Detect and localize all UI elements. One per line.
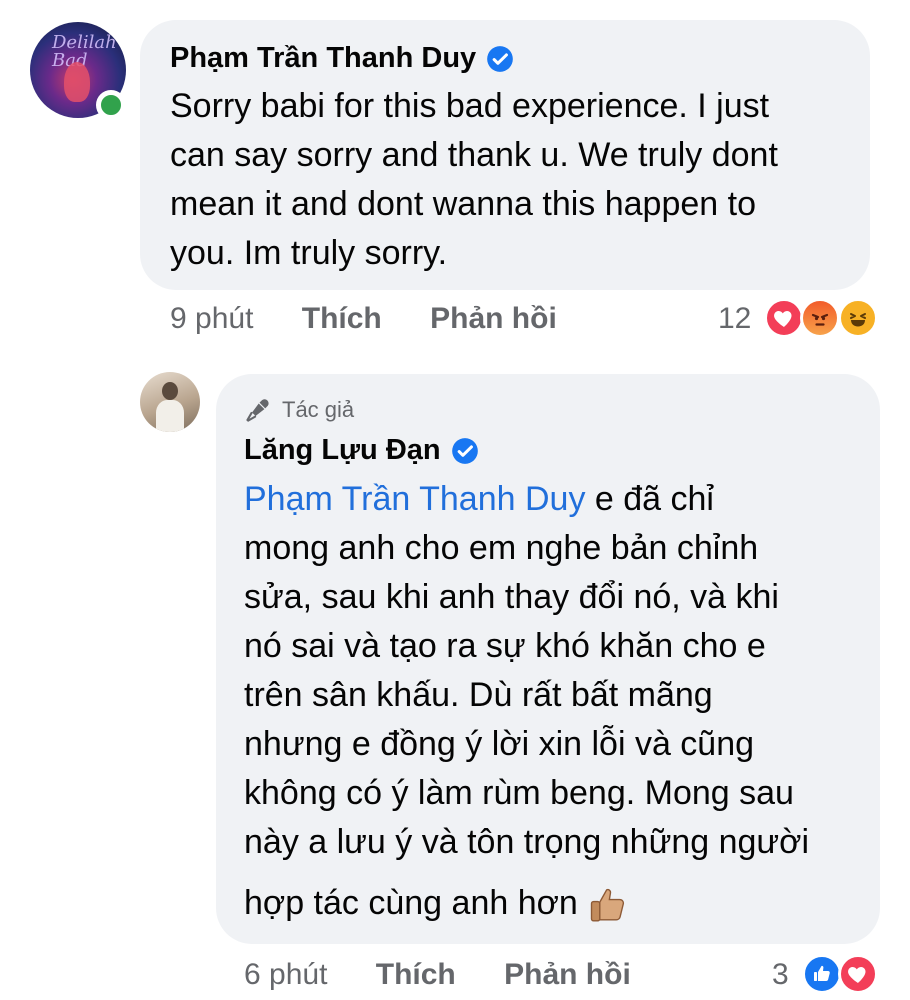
comment-text: Sorry babi for this bad experience. I ju… — [170, 82, 860, 278]
reply-text-line: mong anh cho em nghe bản chỉnh — [244, 529, 759, 567]
comment-meta-row: 9 phút Thích Phản hồi — [170, 302, 557, 336]
verified-badge-icon — [487, 45, 514, 72]
mention-link[interactable]: Phạm Trần Thanh Duy — [244, 480, 585, 518]
reply-reply-button[interactable]: Phản hồi — [504, 958, 631, 991]
author-badge: Tác giả — [244, 396, 354, 424]
reply-like-button[interactable]: Thích — [376, 958, 456, 991]
reply-text-line: trên sân khấu. Dù rất bất mãng — [244, 676, 713, 714]
microphone-icon — [246, 399, 269, 422]
comment-text-line: Sorry babi for this bad experience. I ju… — [170, 87, 770, 125]
haha-icon[interactable] — [838, 298, 878, 338]
reply-timestamp[interactable]: 6 phút — [244, 958, 327, 991]
reply-text-line: sửa, sau khi anh thay đổi nó, và khi — [244, 578, 779, 616]
like-icon[interactable] — [802, 954, 842, 994]
comment-author-row: Phạm Trần Thanh Duy — [170, 42, 514, 75]
thumbs-up-icon — [590, 888, 624, 922]
heart-icon[interactable] — [764, 298, 804, 338]
comment-reaction-count[interactable]: 12 — [718, 302, 751, 336]
avatar-body-shape — [156, 400, 184, 432]
comment-reply-button[interactable]: Phản hồi — [430, 302, 557, 335]
reply-text-first-line: Phạm Trần Thanh Duy e đã chỉ — [244, 475, 864, 524]
comment-text-line: can say sorry and thank u. We truly dont — [170, 136, 778, 174]
reply-text-line: không có ý làm rùm beng. Mong sau — [244, 774, 794, 812]
avatar-artwork-text: Delilah Bad — [52, 32, 117, 71]
reply-author-name[interactable]: Lăng Lựu Đạn — [244, 434, 441, 467]
comment-author-name[interactable]: Phạm Trần Thanh Duy — [170, 42, 476, 75]
online-status-dot — [96, 90, 126, 120]
avatar-figure — [64, 62, 90, 102]
comment-text-line: you. Im truly sorry. — [170, 234, 448, 272]
avatar-head-shape — [162, 382, 178, 400]
reply-reaction-count[interactable]: 3 — [772, 958, 789, 992]
reply-bubble: Tác giả Lăng Lựu Đạn Phạm Trần Thanh Duy… — [216, 374, 880, 944]
reply-text-segment: hợp tác cùng anh hơn — [244, 884, 578, 922]
reply-meta-row: 6 phút Thích Phản hồi — [244, 958, 631, 992]
reply-text-last-line: hợp tác cùng anh hơn — [244, 879, 864, 928]
reply-text-segment: e đã chỉ — [585, 480, 714, 518]
reply-author-row: Lăng Lựu Đạn — [244, 434, 479, 467]
reply-text-line: này a lưu ý và tôn trọng những người — [244, 823, 810, 861]
avatar-lang-luu-dan[interactable] — [140, 372, 200, 432]
comment-bubble: Phạm Trần Thanh Duy Sorry babi for this … — [140, 20, 870, 290]
verified-badge-icon — [451, 437, 478, 464]
reply-text-line: nó sai và tạo ra sự khó khăn cho e — [244, 627, 766, 665]
author-badge-label: Tác giả — [282, 397, 355, 422]
comment-like-button[interactable]: Thích — [302, 302, 382, 335]
reply-text-line: nhưng e đồng ý lời xin lỗi và cũng — [244, 725, 755, 763]
comment-text-line: mean it and dont wanna this happen to — [170, 185, 756, 223]
angry-icon[interactable] — [800, 298, 840, 338]
reply-text: Phạm Trần Thanh Duy e đã chỉ mong anh ch… — [244, 475, 864, 928]
comment-timestamp[interactable]: 9 phút — [170, 302, 253, 335]
heart-icon[interactable] — [838, 954, 878, 994]
